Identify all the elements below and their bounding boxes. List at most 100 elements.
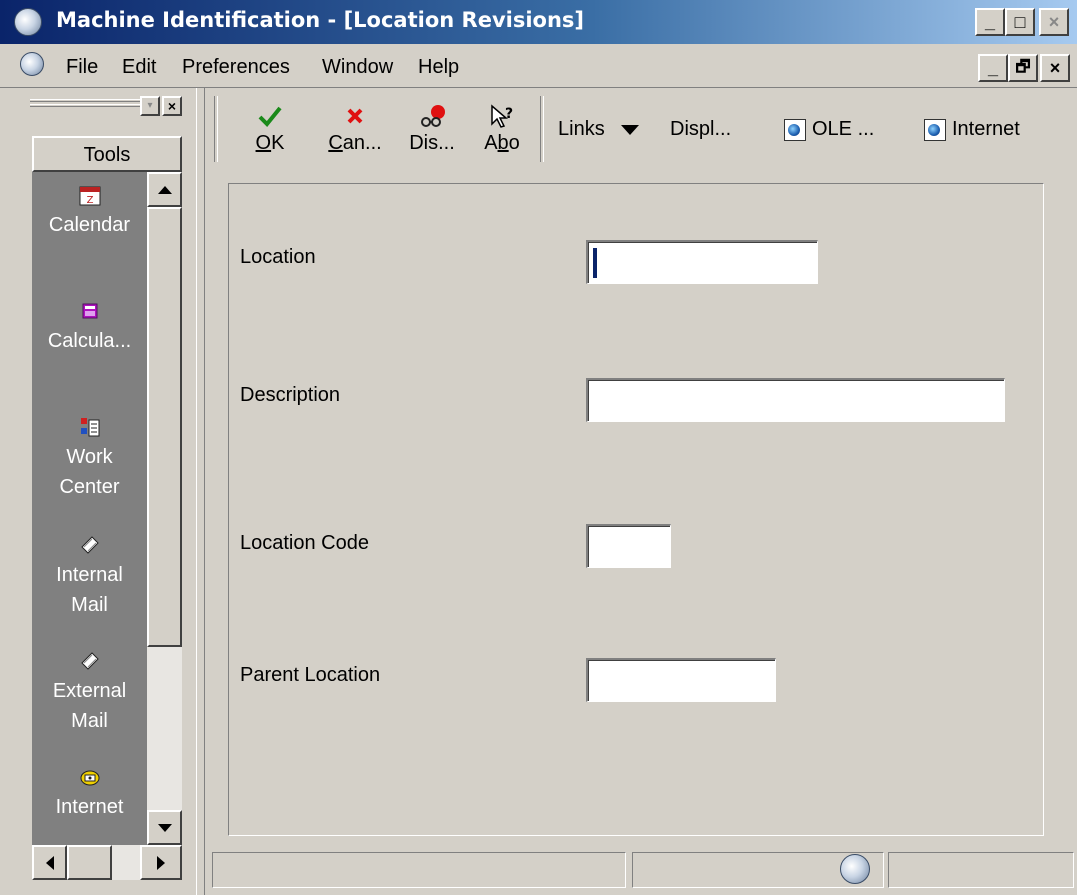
scroll-right-button[interactable] bbox=[140, 845, 182, 880]
close-icon: × bbox=[1048, 12, 1060, 32]
tools-list: Z Calendar Calcula... Work Center Intern… bbox=[32, 172, 147, 845]
internet-icon bbox=[924, 118, 946, 141]
location-input[interactable] bbox=[586, 240, 818, 284]
tool-calculator-label: Calcula... bbox=[47, 330, 132, 352]
location-code-input[interactable] bbox=[586, 524, 671, 568]
about-button[interactable]: ? Abo bbox=[480, 104, 524, 155]
internet-label: Internet bbox=[952, 118, 1020, 140]
tool-calculator[interactable]: Calcula... bbox=[32, 300, 147, 356]
close-button[interactable]: × bbox=[1039, 8, 1069, 36]
tools-horizontal-scrollbar[interactable] bbox=[32, 845, 182, 880]
menu-window[interactable]: Window bbox=[322, 56, 393, 79]
app-globe-icon[interactable] bbox=[14, 8, 42, 36]
tool-work-center-label: Work Center bbox=[59, 446, 120, 498]
parent-location-label: Parent Location bbox=[240, 664, 381, 686]
display-menu-label: Displ... bbox=[670, 118, 732, 140]
tool-internet-label: Internet bbox=[55, 796, 124, 818]
svg-text:?: ? bbox=[505, 106, 513, 122]
dropdown-arrow-icon bbox=[620, 124, 639, 135]
document-globe-icon[interactable] bbox=[20, 52, 44, 76]
maximize-button[interactable]: □ bbox=[1005, 8, 1035, 36]
menu-bar bbox=[0, 44, 1077, 88]
toolbar-separator bbox=[540, 96, 544, 162]
phone-icon bbox=[79, 766, 101, 788]
calculator-icon bbox=[79, 300, 101, 322]
cancel-button[interactable]: Can... bbox=[322, 104, 388, 155]
location-code-label: Location Code bbox=[240, 532, 369, 554]
description-input[interactable] bbox=[586, 378, 1005, 422]
status-panel-main bbox=[212, 852, 626, 888]
tool-work-center[interactable]: Work Center bbox=[32, 416, 147, 502]
about-mnemonic: b bbox=[497, 132, 509, 154]
ole-label: OLE ... bbox=[812, 118, 875, 140]
minimize-icon: _ bbox=[987, 58, 998, 78]
minimize-icon: _ bbox=[984, 12, 995, 32]
doc-minimize-button[interactable]: _ bbox=[978, 54, 1008, 82]
toolbar-grip[interactable] bbox=[214, 96, 218, 162]
parent-location-input[interactable] bbox=[586, 658, 776, 702]
menu-preferences[interactable]: Preferences bbox=[182, 56, 290, 79]
links-menu[interactable]: Links bbox=[558, 118, 647, 141]
ok-button[interactable]: OK bbox=[250, 104, 290, 155]
work-center-icon bbox=[79, 416, 101, 438]
scroll-left-button[interactable] bbox=[32, 845, 67, 880]
ole-button[interactable]: OLE ... bbox=[784, 118, 874, 141]
display-label: Dis... bbox=[409, 132, 455, 154]
hscroll-thumb[interactable] bbox=[67, 845, 112, 880]
arrow-left-icon bbox=[45, 855, 54, 870]
external-mail-icon bbox=[79, 650, 101, 672]
restore-icon: 🗗 bbox=[1015, 59, 1031, 76]
tool-calendar-label: Calendar bbox=[48, 214, 131, 236]
panel-splitter[interactable] bbox=[196, 88, 205, 895]
window-title: Machine Identification - [Location Revis… bbox=[56, 8, 585, 32]
cancel-mnemonic: C bbox=[328, 132, 343, 154]
arrow-up-icon bbox=[157, 185, 172, 194]
glasses-icon bbox=[402, 104, 462, 128]
ok-label: K bbox=[271, 132, 285, 154]
close-icon: × bbox=[1049, 58, 1061, 78]
help-pointer-icon: ? bbox=[480, 104, 524, 128]
maximize-icon: □ bbox=[1014, 12, 1026, 32]
status-globe-icon bbox=[840, 854, 870, 884]
svg-text:Z: Z bbox=[86, 195, 93, 206]
tool-external-mail-label: External Mail bbox=[52, 680, 127, 732]
scroll-down-button[interactable] bbox=[147, 810, 182, 845]
about-label: o bbox=[508, 132, 520, 154]
about-pre: A bbox=[484, 132, 498, 154]
links-label: Links bbox=[558, 118, 605, 140]
checkmark-icon bbox=[250, 104, 290, 128]
location-label: Location bbox=[240, 246, 316, 268]
display-menu[interactable]: Displ... bbox=[670, 118, 731, 141]
tools-panel-close-button[interactable]: × bbox=[162, 96, 182, 116]
scroll-up-button[interactable] bbox=[147, 172, 182, 207]
arrow-right-icon bbox=[157, 855, 165, 870]
ole-icon bbox=[784, 118, 806, 141]
text-caret bbox=[593, 248, 597, 278]
internet-button[interactable]: Internet bbox=[924, 118, 1020, 141]
tools-panel-menu-button[interactable]: ▾ bbox=[140, 96, 160, 116]
status-panel-end bbox=[888, 852, 1074, 888]
scroll-thumb[interactable] bbox=[147, 207, 182, 647]
tool-internal-mail-label: Internal Mail bbox=[56, 564, 123, 616]
menu-edit[interactable]: Edit bbox=[122, 56, 156, 79]
doc-close-button[interactable]: × bbox=[1040, 54, 1070, 82]
tool-internet[interactable]: Internet bbox=[32, 766, 147, 822]
menu-file[interactable]: File bbox=[66, 56, 98, 79]
tool-external-mail[interactable]: External Mail bbox=[32, 650, 147, 736]
display-button[interactable]: Dis... bbox=[402, 104, 462, 155]
arrow-down-icon bbox=[157, 823, 172, 832]
calendar-icon: Z bbox=[79, 184, 101, 206]
cancel-label: an... bbox=[342, 132, 382, 154]
minimize-button[interactable]: _ bbox=[975, 8, 1005, 36]
ok-mnemonic: O bbox=[255, 132, 272, 154]
tool-calendar[interactable]: Z Calendar bbox=[32, 184, 147, 240]
tools-header[interactable]: Tools bbox=[32, 136, 182, 172]
tools-grip[interactable] bbox=[30, 99, 140, 107]
menu-help[interactable]: Help bbox=[418, 56, 459, 79]
tool-internal-mail[interactable]: Internal Mail bbox=[32, 534, 147, 620]
x-icon bbox=[322, 104, 388, 128]
doc-restore-button[interactable]: 🗗 bbox=[1008, 54, 1038, 82]
description-label: Description bbox=[240, 384, 341, 406]
tools-vertical-scrollbar[interactable] bbox=[147, 172, 182, 845]
internal-mail-icon bbox=[79, 534, 101, 556]
